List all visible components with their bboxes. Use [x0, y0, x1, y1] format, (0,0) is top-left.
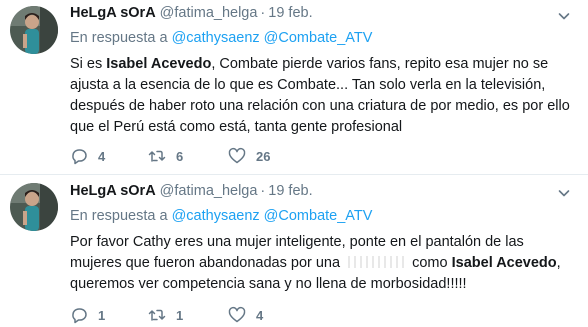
like-count: 26	[256, 148, 271, 164]
reply-button[interactable]: 1	[70, 305, 105, 325]
retweet-button[interactable]: 1	[148, 305, 183, 325]
redacted-text	[344, 256, 409, 268]
text-segment: como	[408, 255, 452, 271]
chevron-down-icon[interactable]	[558, 10, 570, 22]
tweet-date[interactable]: 19 feb.	[268, 5, 312, 21]
reply-mentions[interactable]: @cathysaenz @Combate_ATV	[172, 208, 373, 224]
text-bold: Isabel Acevedo	[106, 56, 212, 72]
reply-button[interactable]: 4	[70, 146, 105, 166]
retweet-count: 1	[176, 307, 184, 323]
heart-icon	[228, 147, 246, 164]
reply-context: En respuesta a @cathysaenz @Combate_ATV	[70, 208, 372, 224]
reply-prefix: En respuesta a	[70, 30, 168, 46]
tweet[interactable]: HeLgA sOrA @fatima_helga · 19 feb. En respu…	[0, 0, 588, 175]
retweet-count: 6	[176, 148, 184, 164]
tweet-text: Por favor Cathy eres una mujer inteligen…	[70, 232, 575, 295]
separator: ·	[260, 5, 266, 21]
like-button[interactable]: 26	[228, 146, 270, 166]
like-button[interactable]: 4	[228, 305, 263, 325]
reply-context: En respuesta a @cathysaenz @Combate_ATV	[70, 30, 372, 46]
reply-count: 4	[98, 148, 106, 164]
tweet-actions: 4 6 26	[70, 146, 370, 166]
author-name[interactable]: HeLgA sOrA	[70, 183, 156, 199]
author-handle[interactable]: @fatima_helga	[160, 5, 258, 21]
chevron-down-icon[interactable]	[558, 187, 570, 199]
tweet-header: HeLgA sOrA @fatima_helga · 19 feb.	[70, 5, 313, 25]
retweet-button[interactable]: 6	[148, 146, 183, 166]
text-bold: Isabel Acevedo	[451, 255, 557, 271]
retweet-icon	[148, 150, 166, 162]
avatar[interactable]	[10, 6, 58, 54]
reply-icon	[72, 308, 87, 324]
reply-icon	[72, 149, 87, 165]
author-handle[interactable]: @fatima_helga	[160, 183, 258, 199]
tweet-text: Si es Isabel Acevedo, Combate pierde var…	[70, 54, 575, 138]
author-name[interactable]: HeLgA sOrA	[70, 5, 156, 21]
tweet-actions: 1 1 4	[70, 305, 370, 325]
like-count: 4	[256, 307, 264, 323]
text-segment: Si es	[70, 56, 107, 72]
retweet-icon	[148, 309, 166, 321]
tweet-date[interactable]: 19 feb.	[268, 183, 312, 199]
heart-icon	[228, 306, 246, 323]
tweet[interactable]: HeLgA sOrA @fatima_helga · 19 feb. En respu…	[0, 175, 588, 327]
reply-prefix: En respuesta a	[70, 208, 168, 224]
separator: ·	[260, 183, 266, 199]
tweet-header: HeLgA sOrA @fatima_helga · 19 feb.	[70, 183, 313, 203]
reply-count: 1	[98, 307, 106, 323]
avatar[interactable]	[10, 183, 58, 231]
reply-mentions[interactable]: @cathysaenz @Combate_ATV	[172, 30, 373, 46]
